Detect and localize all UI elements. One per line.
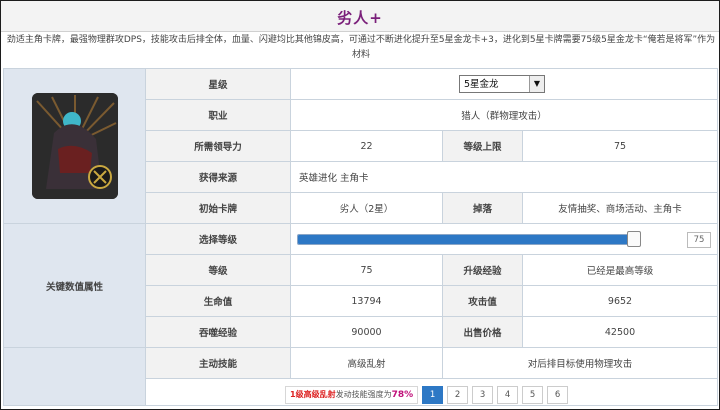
sell-price-label: 出售价格 bbox=[442, 316, 523, 348]
sell-price-value: 42500 bbox=[521, 316, 719, 348]
drop-label: 掉落 bbox=[442, 192, 523, 224]
hp-label: 生命值 bbox=[145, 285, 291, 317]
upgrade-exp-label: 升级经验 bbox=[442, 254, 523, 286]
level-value: 75 bbox=[290, 254, 443, 286]
note-percent: 78% bbox=[391, 390, 414, 400]
skill-level-pager: 1级高级乱射发动技能强度为78% 1 2 3 4 5 6 bbox=[285, 386, 569, 404]
star-select[interactable]: 5星金龙 ▼ bbox=[459, 75, 545, 93]
skill-side-cell bbox=[3, 347, 146, 406]
star-select-value: 5星金龙 bbox=[464, 79, 499, 90]
level-slider[interactable]: 75 bbox=[291, 224, 717, 254]
attack-label: 攻击值 bbox=[442, 285, 523, 317]
note-text: 发动技能强度为 bbox=[335, 390, 392, 399]
devour-exp-value: 90000 bbox=[290, 316, 443, 348]
level-value-box[interactable]: 75 bbox=[687, 232, 712, 248]
source-label: 获得来源 bbox=[145, 161, 291, 193]
source-value: 英雄进化 主角卡 bbox=[289, 161, 719, 193]
row-level-select: 关键数值属性 选择等级 75 bbox=[3, 223, 719, 348]
page-button-2[interactable]: 2 bbox=[447, 386, 469, 404]
skill-effect: 对后排目标使用物理攻击 bbox=[441, 347, 719, 379]
level-cap-value: 75 bbox=[521, 130, 719, 162]
upgrade-exp-value: 已经是最高等级 bbox=[521, 254, 719, 286]
job-label: 职业 bbox=[145, 99, 291, 131]
level-label: 等级 bbox=[145, 254, 291, 286]
note-level: 1级 bbox=[290, 390, 304, 399]
card-portrait bbox=[31, 93, 118, 199]
level-slider-track[interactable] bbox=[297, 234, 641, 245]
page-button-4[interactable]: 4 bbox=[497, 386, 519, 404]
level-slider-cell: 75 bbox=[289, 223, 719, 255]
card-info-table: 星级 5星金龙 ▼ 职业 猎人（群物理攻击） 所需领导力 22 等级上限 75 … bbox=[3, 68, 719, 406]
row-skill: 主动技能 高级乱射 对后排目标使用物理攻击 bbox=[3, 347, 719, 406]
character-image-icon bbox=[31, 93, 118, 199]
leadership-label: 所需领导力 bbox=[145, 130, 291, 162]
hp-value: 13794 bbox=[290, 285, 443, 317]
page-button-6[interactable]: 6 bbox=[547, 386, 569, 404]
stats-section-label: 关键数值属性 bbox=[3, 223, 146, 348]
devour-exp-label: 吞噬经验 bbox=[145, 316, 291, 348]
card-page: 劣人+ 劲适主角卡牌，最强物理群攻DPS，技能攻击后排全体，血量、闪避均比其他锦… bbox=[0, 0, 720, 410]
skill-name: 高级乱射 bbox=[290, 347, 443, 379]
skill-label: 主动技能 bbox=[145, 347, 291, 379]
drop-value: 友情抽奖、商场活动、主角卡 bbox=[521, 192, 719, 224]
star-cell: 5星金龙 ▼ bbox=[289, 68, 719, 100]
card-description: 劲适主角卡牌，最强物理群攻DPS，技能攻击后排全体，血量、闪避均比其他锦皮高，可… bbox=[6, 35, 716, 60]
page-title: 劣人+ bbox=[337, 9, 383, 27]
row-star: 星级 5星金龙 ▼ bbox=[3, 68, 719, 224]
skill-strength-note: 1级高级乱射发动技能强度为78% bbox=[285, 386, 419, 404]
job-value: 猎人（群物理攻击） bbox=[289, 99, 719, 131]
page-button-1[interactable]: 1 bbox=[422, 386, 444, 404]
chevron-down-icon[interactable]: ▼ bbox=[529, 76, 544, 92]
card-portrait-cell bbox=[3, 68, 146, 224]
title-bar: 劣人+ bbox=[1, 1, 719, 32]
level-cap-label: 等级上限 bbox=[442, 130, 523, 162]
level-select-label: 选择等级 bbox=[145, 223, 291, 255]
page-button-3[interactable]: 3 bbox=[472, 386, 494, 404]
attack-value: 9652 bbox=[521, 285, 719, 317]
page-button-5[interactable]: 5 bbox=[522, 386, 544, 404]
level-slider-fill bbox=[298, 235, 640, 244]
leadership-value: 22 bbox=[290, 130, 443, 162]
initial-card-label: 初始卡牌 bbox=[145, 192, 291, 224]
level-slider-handle[interactable] bbox=[627, 231, 641, 247]
initial-card-value[interactable]: 劣人（2星） bbox=[290, 192, 443, 224]
star-label: 星级 bbox=[145, 68, 291, 100]
note-skill: 高级乱射 bbox=[303, 390, 336, 399]
